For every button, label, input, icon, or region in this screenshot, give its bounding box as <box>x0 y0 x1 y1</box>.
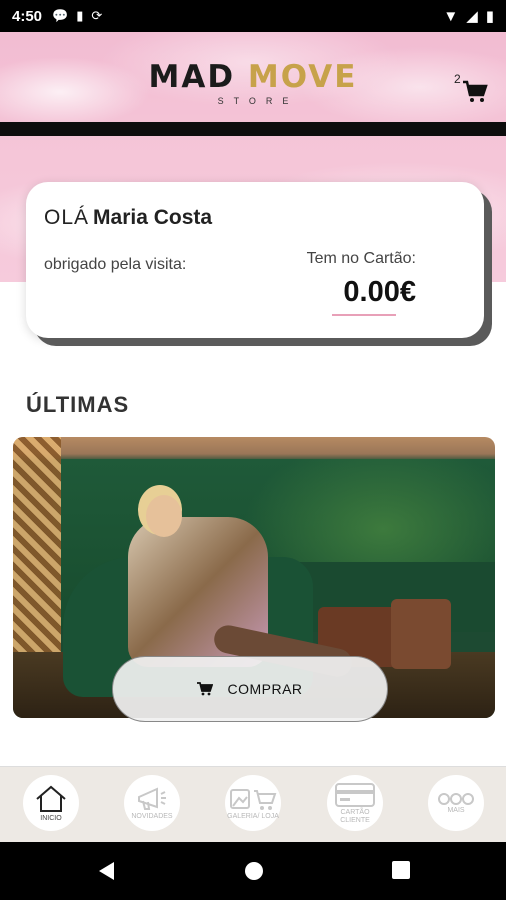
thanks-text: obrigado pela visita: <box>44 256 187 273</box>
brand-subtitle: STORE <box>217 96 299 106</box>
card-balance-value: 0.00€ <box>343 276 416 308</box>
chat-notification-icon: 💬 <box>52 8 69 23</box>
header-divider <box>0 122 506 136</box>
cart-icon <box>463 80 488 102</box>
sync-notification-icon: ⟳ <box>91 8 103 23</box>
home-circle-icon[interactable] <box>243 860 265 882</box>
wifi-icon: ▼ <box>443 7 459 25</box>
nav-label-mais: MAIS <box>447 806 465 814</box>
greeting-hello: OLÁ <box>44 206 90 229</box>
megaphone-icon <box>138 786 166 810</box>
buy-button[interactable]: COMPRAR <box>112 656 388 722</box>
nav-item-mais[interactable]: MAIS <box>428 775 484 831</box>
cart-icon <box>197 682 214 696</box>
recents-icon[interactable] <box>391 860 411 880</box>
nav-item-cartao[interactable]: CARTÃO CLIENTE <box>327 775 383 831</box>
nav-label-novidades: NOVIDADES <box>131 812 173 820</box>
buy-button-label: COMPRAR <box>227 681 303 697</box>
nav-label-galeria: GALERIA/ LOJA <box>227 812 279 820</box>
card-balance-label: Tem no Cartão: <box>306 250 416 267</box>
home-icon <box>36 785 66 812</box>
header: MAD MOVE STORE 2 <box>0 32 506 122</box>
promo-table <box>391 599 451 669</box>
signal-icon: ◢ <box>466 8 478 25</box>
card-icon <box>335 782 375 807</box>
greeting: OLÁ Maria Costa <box>44 206 212 230</box>
balance-underline <box>332 314 396 316</box>
nav-label-inicio: INICIO <box>40 814 62 822</box>
nav-item-inicio[interactable]: INICIO <box>23 775 79 831</box>
file-notification-icon: ▮ <box>76 8 84 23</box>
brand-logo[interactable]: MAD MOVE STORE <box>148 60 358 112</box>
cart-count-badge: 2 <box>454 72 461 86</box>
customer-name: Maria Costa <box>93 206 213 229</box>
promo-model-head <box>146 495 182 537</box>
back-icon[interactable] <box>96 860 116 882</box>
bottom-nav: INICIO NOVIDADES GALERIA/ LOJA CARTÃO CL… <box>0 766 506 842</box>
nav-item-galeria[interactable]: GALERIA/ LOJA <box>225 775 281 831</box>
customer-card: OLÁ Maria Costa obrigado pela visita: Tem… <box>26 182 484 338</box>
cart-button[interactable]: 2 <box>452 72 492 108</box>
brand-wordmark: MAD MOVE <box>148 59 358 95</box>
gallery-cart-icon <box>230 788 277 810</box>
battery-icon: ▮ <box>485 8 494 25</box>
section-title: ÚLTIMAS <box>26 392 130 417</box>
nav-label-cartao: CARTÃO CLIENTE <box>340 808 370 824</box>
nav-item-novidades[interactable]: NOVIDADES <box>124 775 180 831</box>
system-nav-bar <box>0 842 506 900</box>
status-bar: 4:50 💬 ▮ ⟳ ▼ ◢ ▮ <box>0 0 506 32</box>
status-time: 4:50 <box>12 7 43 25</box>
more-icon <box>438 792 474 805</box>
